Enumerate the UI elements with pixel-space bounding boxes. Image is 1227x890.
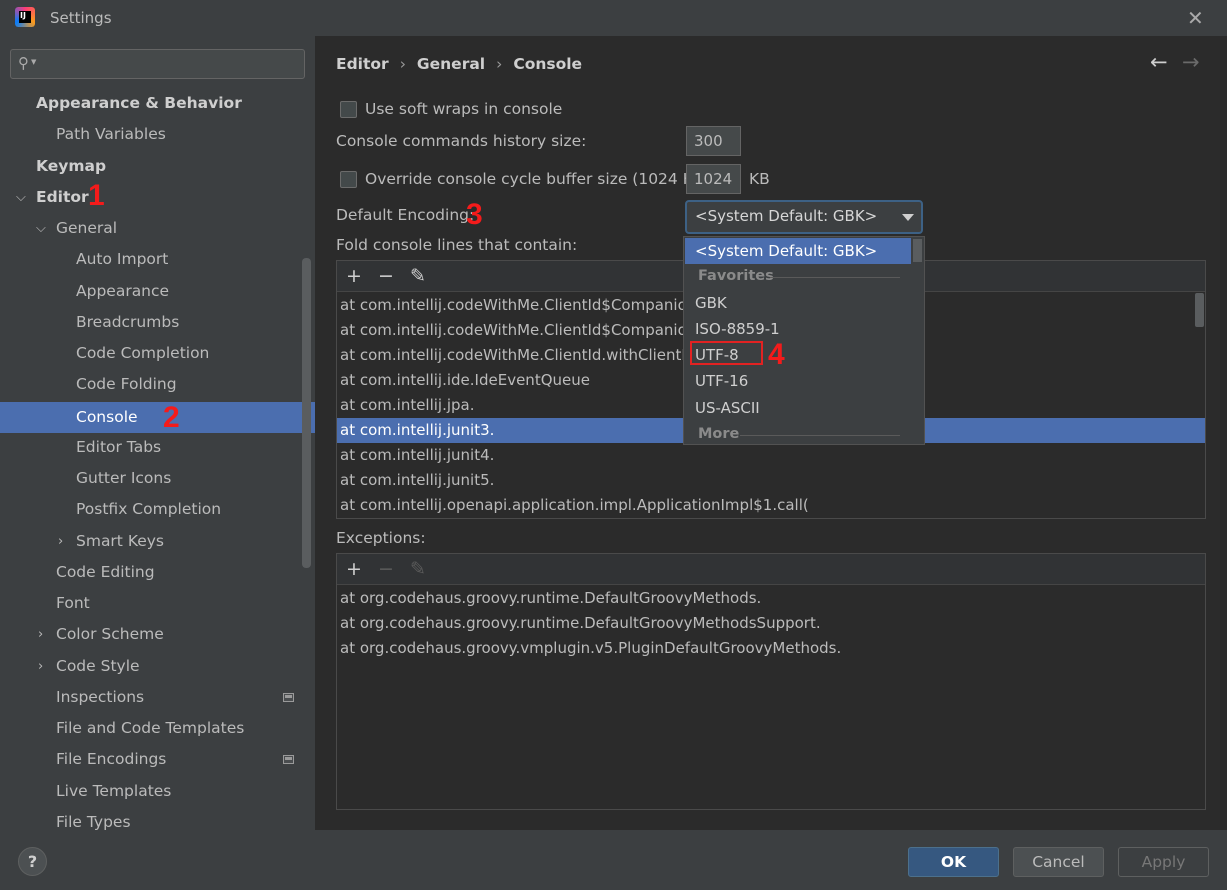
project-settings-icon — [283, 755, 294, 764]
sidebar-item-inspections[interactable]: Inspections — [0, 682, 315, 713]
close-icon[interactable]: ✕ — [1187, 6, 1204, 30]
breadcrumb-separator: › — [399, 55, 406, 73]
list-item[interactable]: at org.codehaus.groovy.runtime.DefaultGr… — [337, 586, 1205, 611]
settings-sidebar: ⚲ ▼ Appearance & Behavior Path Variables… — [0, 36, 315, 830]
window-title: Settings — [50, 9, 112, 27]
sidebar-item-code-editing[interactable]: Code Editing — [0, 557, 315, 588]
sidebar-scrollbar[interactable] — [302, 258, 311, 568]
list-item[interactable]: at com.intellij.junit5. — [337, 468, 1205, 493]
fold-lines-scrollbar[interactable] — [1195, 293, 1204, 327]
exceptions-label: Exceptions: — [336, 529, 426, 547]
breadcrumb-general[interactable]: General — [417, 55, 485, 73]
chevron-right-icon[interactable]: › — [38, 651, 43, 682]
encoding-option-system-default[interactable]: <System Default: GBK> — [685, 238, 911, 264]
sidebar-item-file-code-templates[interactable]: File and Code Templates — [0, 713, 315, 744]
sidebar-item-console[interactable]: Console — [0, 402, 315, 433]
history-size-label: Console commands history size: — [336, 132, 587, 150]
add-icon[interactable]: + — [346, 558, 362, 580]
remove-icon[interactable]: − — [378, 265, 394, 287]
search-input[interactable]: ⚲ ▼ — [10, 49, 305, 79]
dropdown-scrollbar[interactable] — [913, 239, 922, 262]
override-buffer-label: Override console cycle buffer size (1024… — [365, 170, 710, 188]
title-bar: IJ Settings ✕ — [0, 0, 1227, 36]
sidebar-item-keymap[interactable]: Keymap — [0, 151, 315, 182]
search-dropdown-icon[interactable]: ▼ — [31, 58, 36, 66]
list-item[interactable]: at org.codehaus.groovy.vmplugin.v5.Plugi… — [337, 636, 1205, 661]
annotation-1: 1 — [88, 179, 105, 212]
group-divider — [740, 435, 900, 436]
annotation-2: 2 — [163, 401, 180, 434]
exceptions-toolbar: + − ✎ — [337, 554, 1205, 585]
edit-icon[interactable]: ✎ — [410, 558, 426, 580]
history-size-field[interactable]: 300 — [686, 126, 741, 156]
group-header-favorites: Favorites — [698, 268, 774, 284]
dialog-footer: ? OK Cancel Apply — [0, 830, 1227, 890]
soft-wraps-label: Use soft wraps in console — [365, 100, 563, 118]
breadcrumb: Editor › General › Console — [336, 55, 582, 73]
chevron-right-icon[interactable]: › — [38, 619, 43, 650]
list-item[interactable]: at com.intellij.openapi.application.impl… — [337, 493, 1205, 518]
breadcrumb-separator: › — [496, 55, 503, 73]
sidebar-item-breadcrumbs[interactable]: Breadcrumbs — [0, 307, 315, 338]
chevron-down-icon[interactable]: ⌵ — [36, 213, 46, 244]
help-button[interactable]: ? — [18, 847, 47, 876]
fold-lines-label: Fold console lines that contain: — [336, 236, 578, 254]
group-header-more: More — [698, 426, 740, 442]
cancel-button[interactable]: Cancel — [1013, 847, 1104, 877]
annotation-3: 3 — [466, 198, 483, 231]
sidebar-item-color-scheme[interactable]: › Color Scheme — [0, 619, 315, 650]
chevron-down-icon[interactable]: ⌵ — [16, 182, 26, 213]
exceptions-panel: + − ✎ at org.codehaus.groovy.runtime.Def… — [336, 553, 1206, 810]
list-item[interactable]: at org.codehaus.groovy.runtime.DefaultGr… — [337, 611, 1205, 636]
edit-icon[interactable]: ✎ — [410, 265, 426, 287]
sidebar-item-file-encodings[interactable]: File Encodings — [0, 744, 315, 775]
add-icon[interactable]: + — [346, 265, 362, 287]
intellij-app-icon: IJ — [15, 7, 35, 27]
apply-button[interactable]: Apply — [1118, 847, 1209, 877]
default-encoding-value: <System Default: GBK> — [695, 207, 878, 225]
encoding-option-gbk[interactable]: GBK — [685, 290, 911, 316]
soft-wraps-checkbox[interactable] — [340, 101, 357, 118]
remove-icon[interactable]: − — [378, 558, 394, 580]
encoding-option-utf-16[interactable]: UTF-16 — [685, 368, 911, 394]
annotation-highlight-box — [690, 341, 763, 365]
sidebar-item-code-style[interactable]: › Code Style — [0, 651, 315, 682]
sidebar-item-auto-import[interactable]: Auto Import — [0, 244, 315, 275]
sidebar-item-general[interactable]: ⌵ General — [0, 213, 315, 244]
project-settings-icon — [283, 693, 294, 702]
sidebar-item-file-types[interactable]: File Types — [0, 807, 315, 830]
sidebar-item-code-completion[interactable]: Code Completion — [0, 338, 315, 369]
sidebar-item-code-folding[interactable]: Code Folding — [0, 369, 315, 400]
chevron-down-icon — [902, 214, 914, 221]
sidebar-item-editor-tabs[interactable]: Editor Tabs — [0, 432, 315, 463]
sidebar-item-appearance-behavior[interactable]: Appearance & Behavior — [0, 88, 315, 119]
chevron-right-icon[interactable]: › — [58, 526, 63, 557]
buffer-size-field[interactable]: 1024 — [686, 164, 741, 194]
encoding-option-iso-8859-1[interactable]: ISO-8859-1 — [685, 316, 911, 342]
sidebar-item-smart-keys[interactable]: › Smart Keys — [0, 526, 315, 557]
sidebar-item-gutter-icons[interactable]: Gutter Icons — [0, 463, 315, 494]
forward-arrow-icon[interactable]: → — [1182, 50, 1200, 74]
breadcrumb-console: Console — [513, 55, 583, 73]
search-icon: ⚲ — [18, 54, 29, 72]
encoding-option-us-ascii[interactable]: US-ASCII — [685, 395, 911, 421]
override-buffer-checkbox[interactable] — [340, 171, 357, 188]
group-divider — [770, 277, 900, 278]
sidebar-item-postfix-completion[interactable]: Postfix Completion — [0, 494, 315, 525]
ok-button[interactable]: OK — [908, 847, 999, 877]
sidebar-item-path-variables[interactable]: Path Variables — [0, 119, 315, 150]
sidebar-item-editor[interactable]: ⌵ Editor — [0, 182, 315, 213]
default-encoding-label: Default Encoding: — [336, 206, 475, 224]
sidebar-item-live-templates[interactable]: Live Templates — [0, 776, 315, 807]
sidebar-item-font[interactable]: Font — [0, 588, 315, 619]
annotation-4: 4 — [768, 338, 785, 371]
buffer-unit-label: KB — [749, 170, 770, 188]
list-item[interactable]: at com.intellij.junit4. — [337, 443, 1205, 468]
sidebar-item-appearance[interactable]: Appearance — [0, 276, 315, 307]
back-arrow-icon[interactable]: ← — [1150, 50, 1168, 74]
breadcrumb-editor[interactable]: Editor — [336, 55, 389, 73]
default-encoding-select[interactable]: <System Default: GBK> — [685, 200, 923, 234]
